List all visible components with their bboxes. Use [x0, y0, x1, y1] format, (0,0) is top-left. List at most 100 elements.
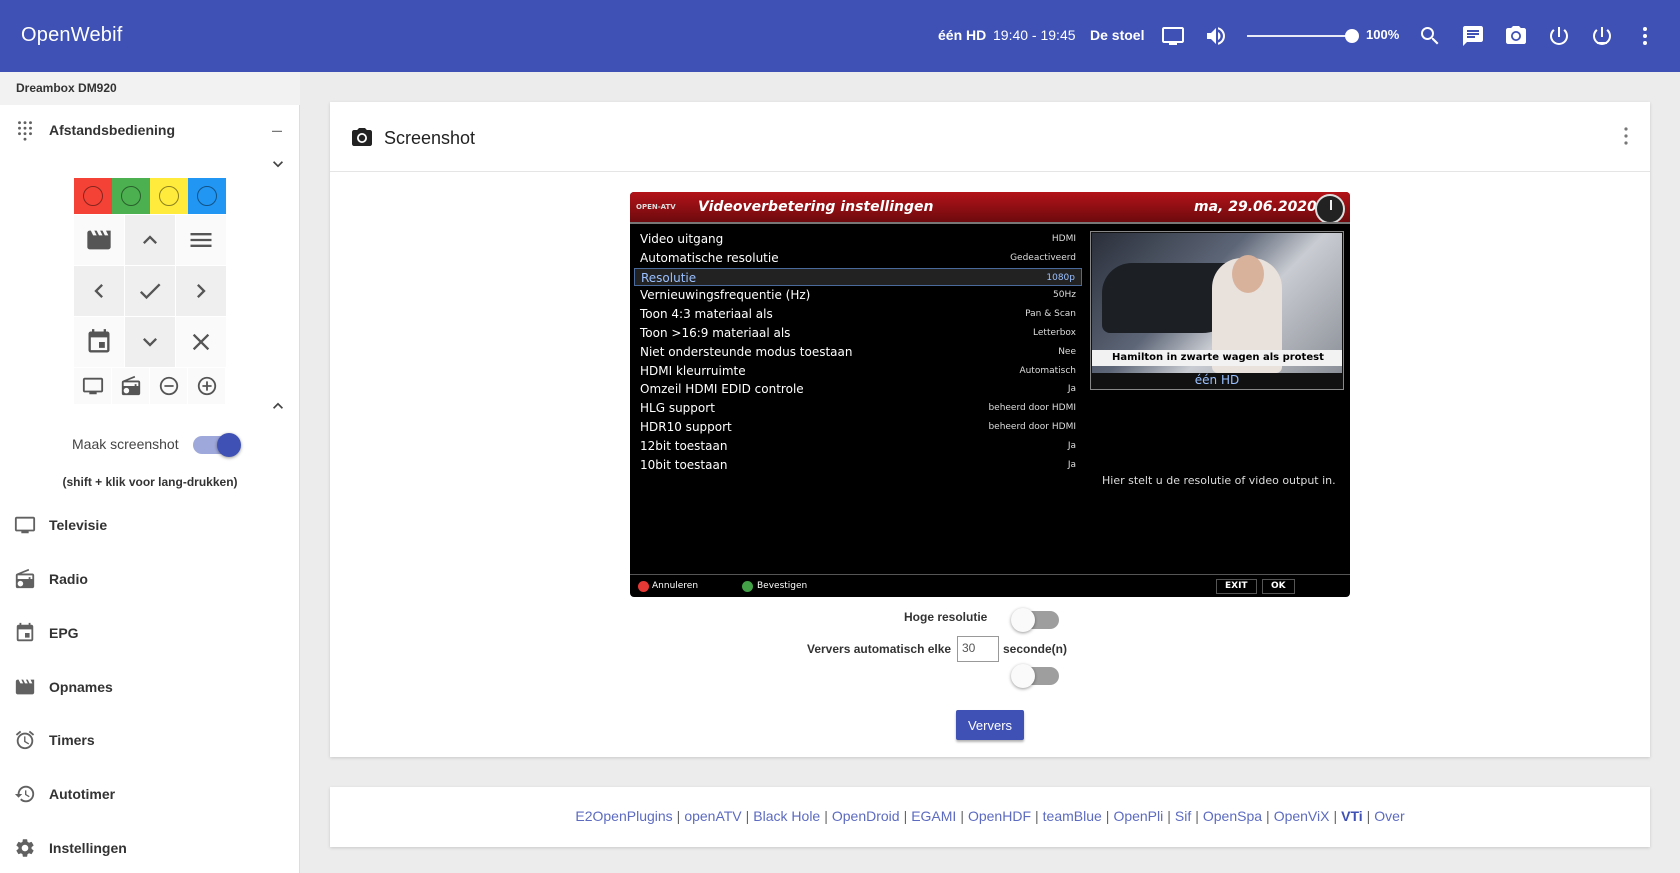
- more-vert-icon[interactable]: [1614, 124, 1638, 148]
- footer-link[interactable]: E2OpenPlugins: [575, 808, 672, 824]
- green-button[interactable]: [112, 178, 150, 214]
- tv-setting-name: Video uitgang: [640, 232, 724, 246]
- nav-item-autotimer[interactable]: Autotimer: [0, 774, 300, 814]
- brand-title[interactable]: OpenWebif: [21, 24, 123, 47]
- search-icon[interactable]: [1417, 23, 1443, 49]
- tv-screen-title: Videoverbetering instellingen: [698, 199, 934, 215]
- power-icon[interactable]: [1546, 23, 1572, 49]
- nav-item-label: EPG: [49, 625, 79, 641]
- current-time-range: 19:40 - 19:45: [993, 27, 1076, 43]
- chevron-up-icon[interactable]: [125, 215, 175, 265]
- camera-icon[interactable]: [1503, 23, 1529, 49]
- footer-link[interactable]: EGAMI: [911, 808, 956, 824]
- chevron-down-icon[interactable]: [125, 317, 175, 367]
- refresh-unit-label: seconde(n): [1003, 642, 1068, 656]
- volume-slider-knob[interactable]: [1345, 29, 1359, 43]
- card-title: Screenshot: [384, 128, 476, 148]
- tv-icon[interactable]: [1160, 23, 1186, 49]
- tv-setting-value: beheerd door HDMI: [988, 403, 1076, 414]
- tv-setting-value: Gedeactiveerd: [1010, 252, 1076, 263]
- footer-link[interactable]: openATV: [684, 808, 741, 824]
- volume-label: 100%: [1366, 27, 1400, 42]
- tv-setting-name: Resolutie: [641, 270, 697, 285]
- nav-item-opnames[interactable]: Opnames: [0, 667, 300, 707]
- standby-icon[interactable]: [1589, 23, 1615, 49]
- red-button[interactable]: [74, 178, 112, 214]
- tv-setting-value: Automatisch: [1019, 365, 1076, 376]
- radio-icon[interactable]: [112, 368, 149, 404]
- footer-link[interactable]: OpenDroid: [832, 808, 900, 824]
- volume-slider[interactable]: [1247, 29, 1359, 43]
- nav-item-timers[interactable]: Timers: [0, 720, 300, 760]
- tv-screenshot-image[interactable]: OPEN-ATV Videoverbetering instellingen m…: [630, 192, 1350, 597]
- high-res-toggle[interactable]: [1011, 608, 1059, 632]
- footer-link[interactable]: Sif: [1175, 808, 1191, 824]
- extra-buttons: [74, 368, 226, 404]
- plus-circle-icon[interactable]: [188, 368, 225, 404]
- chevron-right-icon[interactable]: [176, 266, 226, 316]
- nav-item-label: Radio: [49, 571, 88, 587]
- tv-preview-pip: Hamilton in zwarte wagen als protest één…: [1090, 231, 1344, 390]
- footer-link[interactable]: teamBlue: [1043, 808, 1102, 824]
- message-icon[interactable]: [1460, 23, 1486, 49]
- nav-item-label: Opnames: [49, 679, 113, 695]
- device-name: Dreambox DM920: [0, 72, 300, 105]
- link-separator: |: [1167, 808, 1171, 824]
- tv-exit-key: EXIT: [1216, 579, 1257, 594]
- minus-circle-icon[interactable]: [150, 368, 187, 404]
- tv-setting-name: Toon 4:3 materiaal als: [640, 307, 773, 322]
- refresh-interval-input[interactable]: 30: [957, 636, 999, 662]
- footer-link[interactable]: VTi: [1341, 808, 1363, 824]
- current-channel[interactable]: één HD: [938, 27, 986, 43]
- footer-link[interactable]: Black Hole: [753, 808, 820, 824]
- footer-link[interactable]: OpenSpa: [1203, 808, 1262, 824]
- chevron-up-icon[interactable]: [268, 396, 288, 416]
- yellow-button[interactable]: [150, 178, 188, 214]
- tv-setting-row: Toon 4:3 materiaal als Pan & Scan: [634, 305, 1082, 324]
- link-separator: |: [824, 808, 828, 824]
- volume-icon[interactable]: [1203, 23, 1229, 49]
- footer-link[interactable]: Over: [1374, 808, 1404, 824]
- refresh-button[interactable]: Ververs: [956, 710, 1024, 740]
- chevron-down-icon[interactable]: [268, 154, 288, 174]
- footer-link[interactable]: OpenHDF: [968, 808, 1031, 824]
- nav-item-televisie[interactable]: Televisie: [0, 505, 300, 545]
- auto-refresh-toggle[interactable]: [1011, 664, 1059, 688]
- link-separator: |: [1266, 808, 1270, 824]
- remote-section-header[interactable]: Afstandsbediening –: [0, 110, 300, 150]
- screenshot-toggle[interactable]: [193, 433, 241, 457]
- nav-item-instellingen[interactable]: Instellingen: [0, 828, 300, 868]
- movie-icon[interactable]: [74, 215, 124, 265]
- menu-icon[interactable]: [176, 215, 226, 265]
- ok-check-icon[interactable]: [125, 266, 175, 316]
- nav-item-epg[interactable]: EPG: [0, 613, 300, 653]
- calendar-icon[interactable]: [74, 317, 124, 367]
- link-separator: |: [745, 808, 750, 824]
- green-dot-icon: [742, 581, 753, 592]
- pip-presenter-head: [1232, 255, 1264, 293]
- tv-setting-name: HLG support: [640, 401, 715, 416]
- close-icon[interactable]: [176, 317, 226, 367]
- collapse-button[interactable]: –: [272, 120, 282, 141]
- dialpad-icon: [14, 119, 36, 141]
- nav-item-radio[interactable]: Radio: [0, 559, 300, 599]
- nav-item-label: Timers: [49, 732, 95, 748]
- high-res-label: Hoge resolutie: [904, 610, 988, 624]
- calendar-icon: [14, 622, 36, 644]
- chevron-left-icon[interactable]: [74, 266, 124, 316]
- tv-icon: [14, 514, 36, 536]
- tv-setting-value: Letterbox: [1033, 327, 1076, 338]
- remote-control: [74, 178, 226, 404]
- footer-link[interactable]: OpenPli: [1113, 808, 1163, 824]
- tv-confirm-label: Bevestigen: [757, 581, 808, 591]
- tv-setting-name: Automatische resolutie: [640, 250, 779, 265]
- movie-icon: [14, 676, 36, 698]
- tv-icon[interactable]: [74, 368, 111, 404]
- more-vert-icon[interactable]: [1632, 23, 1658, 49]
- footer-link[interactable]: OpenViX: [1274, 808, 1330, 824]
- gear-icon: [14, 837, 36, 859]
- current-program[interactable]: De stoel: [1090, 27, 1144, 43]
- color-buttons: [74, 178, 226, 214]
- blue-button[interactable]: [188, 178, 226, 214]
- link-separator: |: [1105, 808, 1110, 824]
